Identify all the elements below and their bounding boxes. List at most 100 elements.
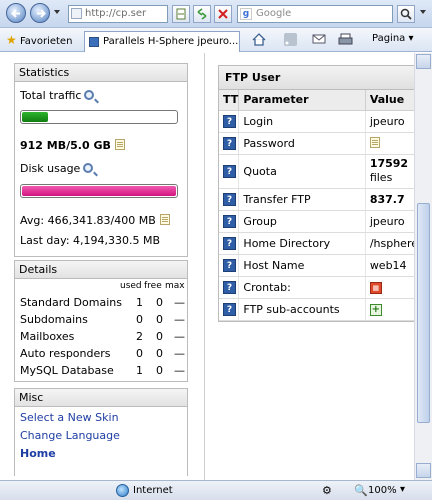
disk-progress-bar xyxy=(20,184,178,198)
avg-row: Avg: 466,341.83/400 MB xyxy=(20,214,170,227)
forward-button[interactable] xyxy=(30,3,50,23)
scroll-down-arrow-icon[interactable] xyxy=(416,463,431,478)
zoom-level[interactable]: 100% xyxy=(368,485,397,496)
search-placeholder: Google xyxy=(256,8,292,19)
row-free: 0 xyxy=(156,313,163,326)
row-used: 1 xyxy=(136,364,143,377)
protected-mode-icon[interactable]: ⚙ xyxy=(322,484,332,497)
help-icon[interactable]: ? xyxy=(223,137,236,150)
value-group: jpeuro xyxy=(365,210,414,233)
feeds-icon[interactable] xyxy=(284,33,297,49)
traffic-magnifier-icon[interactable] xyxy=(84,90,95,100)
page-content: Statistics Total traffic 912 MB/5.0 GB D… xyxy=(0,53,414,480)
traffic-progress-bar xyxy=(20,110,178,124)
tab-favicon-icon xyxy=(89,37,99,47)
home-link[interactable]: Home xyxy=(20,447,56,460)
home-icon[interactable] xyxy=(252,33,266,49)
search-button[interactable] xyxy=(397,5,415,23)
param-password: Password xyxy=(238,132,366,155)
search-options-icon[interactable] xyxy=(420,10,426,14)
tab-title: Parallels H-Sphere jpeuro... xyxy=(103,36,239,47)
ftp-user-panel: FTP User TT Parameter Value ? Login jpeu… xyxy=(218,65,414,322)
scroll-up-arrow-icon[interactable] xyxy=(416,54,431,69)
table-row: ? Crontab: ▦ xyxy=(219,276,414,299)
page-menu-label: Pagina xyxy=(372,33,406,44)
ftp-table-header-row: TT Parameter Value xyxy=(219,90,414,111)
param-quota: Quota xyxy=(238,154,366,189)
password-edit-icon[interactable] xyxy=(369,136,380,148)
refresh-icon xyxy=(197,8,207,20)
avg-usage-value: Avg: 466,341.83/400 MB xyxy=(20,214,156,227)
quota-value: 17592 xyxy=(369,157,409,170)
disk-usage-label: Disk usage xyxy=(20,162,81,175)
help-icon[interactable]: ? xyxy=(223,281,236,294)
compatibility-button[interactable] xyxy=(172,5,190,23)
row-max: — xyxy=(174,313,185,326)
row-free: 0 xyxy=(156,364,163,377)
row-used: 0 xyxy=(136,313,143,326)
statistics-title: Statistics xyxy=(15,64,187,82)
help-icon[interactable]: ? xyxy=(223,259,236,272)
help-icon[interactable]: ? xyxy=(223,215,236,228)
traffic-value: 912 MB/5.0 GB xyxy=(20,139,111,152)
vertical-scrollbar[interactable] xyxy=(414,53,432,480)
mail-icon[interactable] xyxy=(312,33,326,48)
row-max: — xyxy=(174,296,185,309)
table-row: ? Quota 17592 files xyxy=(219,154,414,189)
status-bar: Internet ⚙ 🔍 100% ▾ xyxy=(0,480,432,500)
crontab-calendar-icon[interactable]: ▦ xyxy=(369,282,382,294)
param-transfer-ftp: Transfer FTP xyxy=(238,188,366,211)
value-transfer-ftp: 837.7 xyxy=(365,188,414,211)
table-row: ? Password xyxy=(219,132,414,155)
last-day-value: Last day: 4,194,330.5 MB xyxy=(20,234,161,247)
value-host-name: web14 xyxy=(365,254,414,277)
url-text: http://cp.ser xyxy=(85,8,147,19)
scroll-thumb[interactable] xyxy=(417,203,430,423)
internet-globe-icon xyxy=(116,484,129,497)
column-divider xyxy=(204,53,205,480)
param-crontab: Crontab: xyxy=(238,276,366,299)
compat-page-icon xyxy=(176,8,186,20)
value-home-directory: /hsphere xyxy=(365,232,414,255)
history-dropdown-icon[interactable] xyxy=(54,10,60,14)
favorites-button[interactable]: ★ Favorieten xyxy=(6,33,72,47)
stop-button[interactable] xyxy=(214,5,232,23)
stop-icon xyxy=(218,9,228,19)
row-free: 0 xyxy=(156,330,163,343)
help-icon[interactable]: ? xyxy=(223,303,236,316)
refresh-button[interactable] xyxy=(193,5,211,23)
search-icon xyxy=(400,8,412,20)
table-row: ? Host Name web14 xyxy=(219,254,414,277)
quota-unit: files xyxy=(369,171,393,184)
header-parameter: Parameter xyxy=(238,90,366,111)
print-icon[interactable] xyxy=(338,33,353,49)
disk-edit-icon[interactable] xyxy=(159,214,170,225)
change-language-link[interactable]: Change Language xyxy=(20,429,120,442)
zoom-dropdown-icon[interactable]: ▾ xyxy=(400,484,405,495)
help-icon[interactable]: ? xyxy=(223,193,236,206)
help-icon[interactable]: ? xyxy=(223,165,236,178)
search-input[interactable]: g Google xyxy=(237,5,393,23)
total-traffic-row: Total traffic xyxy=(20,89,95,102)
table-row: ? FTP sub-accounts + xyxy=(219,298,414,321)
row-used: 1 xyxy=(136,296,143,309)
page-menu[interactable]: Pagina ▾ xyxy=(372,33,414,44)
help-icon[interactable]: ? xyxy=(223,115,236,128)
select-skin-link[interactable]: Select a New Skin xyxy=(20,411,119,424)
statistics-panel: Statistics Total traffic 912 MB/5.0 GB D… xyxy=(14,63,188,257)
row-max: — xyxy=(174,364,185,377)
disk-magnifier-icon[interactable] xyxy=(83,163,94,173)
back-button[interactable] xyxy=(6,3,26,23)
traffic-edit-icon[interactable] xyxy=(114,139,125,150)
status-zone-label: Internet xyxy=(133,485,173,496)
param-ftp-sub-accounts: FTP sub-accounts xyxy=(238,298,366,321)
details-title: Details xyxy=(15,261,187,279)
total-traffic-label: Total traffic xyxy=(20,89,82,102)
help-icon[interactable]: ? xyxy=(223,237,236,250)
browser-tab[interactable]: Parallels H-Sphere jpeuro... xyxy=(84,31,240,52)
add-sub-account-icon[interactable]: + xyxy=(369,304,382,316)
url-field[interactable]: http://cp.ser xyxy=(68,5,168,23)
site-favicon-icon xyxy=(71,8,82,19)
disk-progress-fill xyxy=(22,186,176,196)
details-row: Standard Domains 1 0 — xyxy=(20,296,186,312)
